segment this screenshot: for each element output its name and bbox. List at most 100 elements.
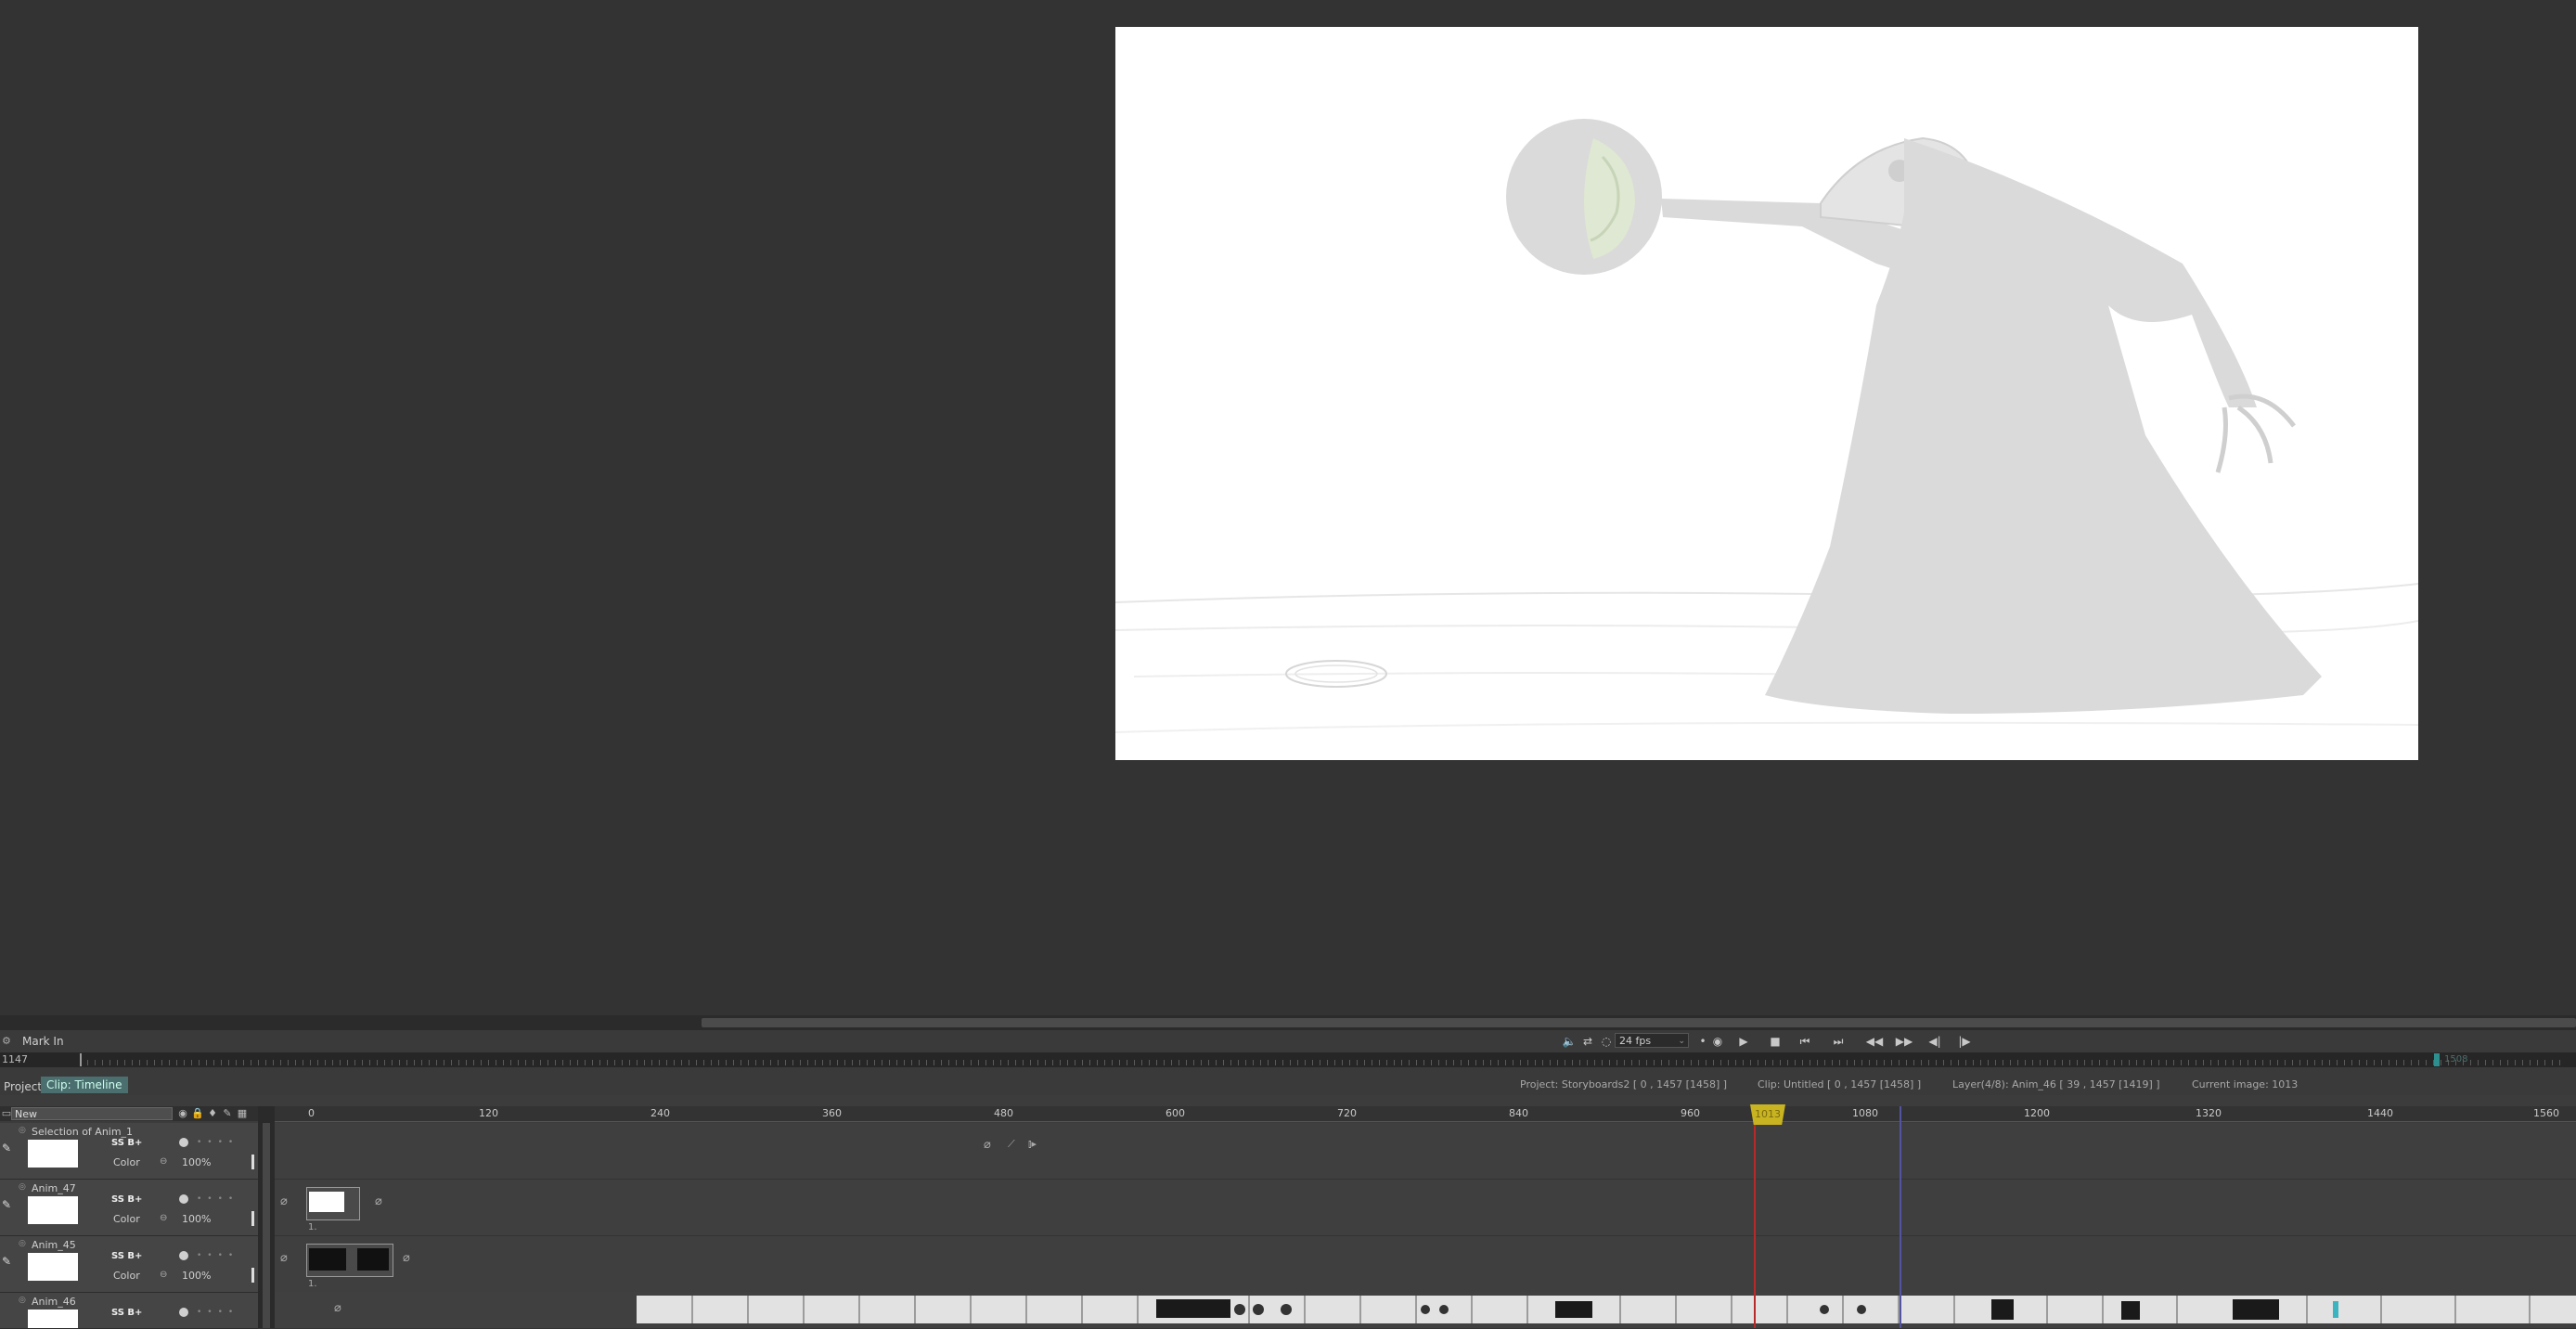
- layer-row[interactable]: ◎ Anim_45 ✎ SS B+ •••• Color ⊖ 100%: [0, 1236, 258, 1293]
- ruler-label: 1080: [1852, 1107, 1878, 1119]
- scrub-end-label: 1508: [2444, 1054, 2468, 1064]
- opacity-icon: ⊖: [160, 1156, 168, 1167]
- layer-flags[interactable]: SS B+: [111, 1194, 142, 1205]
- scrub-start-marker[interactable]: [80, 1053, 82, 1066]
- pencil-icon[interactable]: ✎: [2, 1142, 11, 1155]
- playhead-line[interactable]: [1754, 1121, 1756, 1328]
- canvas-viewport[interactable]: [0, 0, 2576, 1015]
- layer-row[interactable]: ◎ Selection of Anim_1 ✎ SS B+ •••• Color…: [0, 1123, 258, 1180]
- layer-flags[interactable]: SS B+: [111, 1308, 142, 1318]
- layer-toggle-dot[interactable]: [179, 1308, 188, 1317]
- ruler-label: 1320: [2196, 1107, 2222, 1119]
- layer-opacity-bar[interactable]: [251, 1268, 254, 1283]
- layer-row[interactable]: ◎ Anim_46 SS B+ ••••: [0, 1293, 258, 1329]
- layer-visibility-icon[interactable]: ◎: [19, 1126, 26, 1135]
- keyframe-end-icon[interactable]: ⫾▸: [1028, 1138, 1037, 1151]
- pencil-icon[interactable]: ✎: [2, 1198, 11, 1211]
- lock-icon[interactable]: 🔒: [191, 1107, 204, 1120]
- project-tab-row: Project Clip: Timeline Project: Storyboa…: [0, 1067, 2576, 1096]
- next-key-icon[interactable]: ▶▶: [1893, 1034, 1915, 1049]
- track-row[interactable]: ⌀ ⟋ ⫾▸: [275, 1123, 2576, 1180]
- ruler-label: 720: [1337, 1107, 1357, 1119]
- layer-visibility-icon[interactable]: ◎: [19, 1239, 26, 1248]
- mark-out-line[interactable]: [1900, 1106, 1901, 1328]
- ruler-label: 1200: [2024, 1107, 2050, 1119]
- clip-block[interactable]: [306, 1244, 393, 1277]
- empty-clip-icon[interactable]: ⌀: [280, 1194, 288, 1208]
- layer-opacity[interactable]: 100%: [182, 1213, 211, 1225]
- track-row[interactable]: ⌀ ⌀ 1.: [275, 1236, 2576, 1293]
- layer-row[interactable]: ◎ Anim_47 ✎ SS B+ •••• Color ⊖ 100%: [0, 1180, 258, 1236]
- drawing-canvas[interactable]: [1115, 27, 2418, 760]
- layer-toggle-dot[interactable]: [179, 1194, 188, 1204]
- layer-opacity[interactable]: 100%: [182, 1270, 211, 1282]
- filmstrip-thumbnails: [637, 1296, 2576, 1323]
- new-layer-label: New: [15, 1108, 37, 1120]
- layer-thumbnail: [28, 1196, 78, 1224]
- frame-ruler[interactable]: 0 120 240 360 480 600 720 840 960 1080 1…: [275, 1106, 2576, 1122]
- tab-project[interactable]: Project: [0, 1078, 45, 1095]
- record-icon[interactable]: ◉: [1709, 1034, 1726, 1049]
- layer-toggle-dot[interactable]: [179, 1251, 188, 1260]
- layer-opacity[interactable]: 100%: [182, 1156, 211, 1168]
- last-frame-icon[interactable]: ⏭: [1830, 1034, 1847, 1049]
- scrub-bar[interactable]: 1147 1508: [0, 1052, 2576, 1067]
- prev-frame-icon[interactable]: ◀|: [1925, 1034, 1945, 1049]
- empty-clip-icon[interactable]: ⌀: [280, 1251, 288, 1265]
- panel-menu-icon[interactable]: ⚙: [2, 1035, 13, 1047]
- pencil-icon[interactable]: ✎: [2, 1255, 11, 1268]
- pencil-icon[interactable]: ✎: [221, 1107, 234, 1120]
- layer-color-label[interactable]: Color: [113, 1213, 140, 1225]
- layer-options-dots[interactable]: ••••: [197, 1251, 238, 1260]
- grid-icon[interactable]: ▦: [236, 1107, 249, 1120]
- layer-opacity-bar[interactable]: [251, 1155, 254, 1169]
- play-icon[interactable]: ▶: [1735, 1034, 1752, 1049]
- layer-color-label[interactable]: Color: [113, 1270, 140, 1282]
- ruler-label: 600: [1166, 1107, 1185, 1119]
- prev-key-icon[interactable]: ◀◀: [1863, 1034, 1886, 1049]
- loop-icon[interactable]: ⇄: [1579, 1034, 1596, 1049]
- track-row[interactable]: ⌀ ⌀ 1.: [275, 1180, 2576, 1236]
- viewport-scrollbar[interactable]: [0, 1015, 2576, 1030]
- layer-visibility-icon[interactable]: ◎: [19, 1296, 26, 1305]
- layer-flags[interactable]: SS B+: [111, 1251, 142, 1261]
- scrub-end-marker[interactable]: [2434, 1053, 2440, 1066]
- layer-options-dots[interactable]: ••••: [197, 1308, 238, 1317]
- ruler-label: 360: [822, 1107, 842, 1119]
- ruler-label: 1560: [2533, 1107, 2559, 1119]
- stop-icon[interactable]: ■: [1767, 1034, 1784, 1049]
- layer-visibility-icon[interactable]: ◎: [19, 1182, 26, 1192]
- layer-toggle-dot[interactable]: [179, 1138, 188, 1147]
- empty-clip-icon[interactable]: ⌀: [403, 1251, 410, 1265]
- audio-icon[interactable]: 🔈: [1561, 1034, 1578, 1049]
- layer-flags[interactable]: SS B+: [111, 1138, 142, 1148]
- eye-icon[interactable]: ◉: [176, 1107, 189, 1120]
- empty-clip-icon[interactable]: ⌀: [375, 1194, 382, 1208]
- layer-color-label[interactable]: Color: [113, 1156, 140, 1168]
- viewport-scrollbar-thumb[interactable]: [702, 1018, 2576, 1027]
- onion-icon[interactable]: ◌: [1598, 1034, 1615, 1049]
- track-row-filmstrip[interactable]: ⌀ ⌀: [275, 1292, 2576, 1328]
- clip-block[interactable]: [306, 1187, 360, 1220]
- fps-select[interactable]: 24 fps ⌄: [1615, 1033, 1689, 1048]
- clip-thumbnail: [309, 1248, 346, 1271]
- light-icon[interactable]: ♦: [206, 1107, 219, 1120]
- empty-clip-icon[interactable]: ⌀: [984, 1138, 991, 1152]
- layer-options-dots[interactable]: ••••: [197, 1138, 238, 1147]
- first-frame-icon[interactable]: ⏮: [1797, 1034, 1813, 1049]
- current-image-info: Current image: 1013: [2192, 1078, 2299, 1090]
- layer-options-dots[interactable]: ••••: [197, 1194, 238, 1204]
- ruler-label: 240: [650, 1107, 670, 1119]
- tab-clip-timeline[interactable]: Clip: Timeline: [41, 1077, 128, 1093]
- filmstrip[interactable]: [637, 1296, 2576, 1323]
- keyframe-icon[interactable]: ⟋: [1008, 1138, 1015, 1151]
- next-frame-icon[interactable]: |▶: [1954, 1034, 1975, 1049]
- layer-panel-scrollbar-thumb[interactable]: [263, 1123, 270, 1328]
- layer-name: Anim_46: [32, 1296, 76, 1308]
- new-layer-field[interactable]: New: [11, 1107, 173, 1120]
- layer-opacity-bar[interactable]: [251, 1211, 254, 1226]
- playhead[interactable]: 1013: [1750, 1104, 1785, 1125]
- opacity-icon: ⊖: [160, 1270, 168, 1280]
- opacity-icon: ⊖: [160, 1213, 168, 1223]
- empty-clip-icon[interactable]: ⌀: [334, 1301, 341, 1315]
